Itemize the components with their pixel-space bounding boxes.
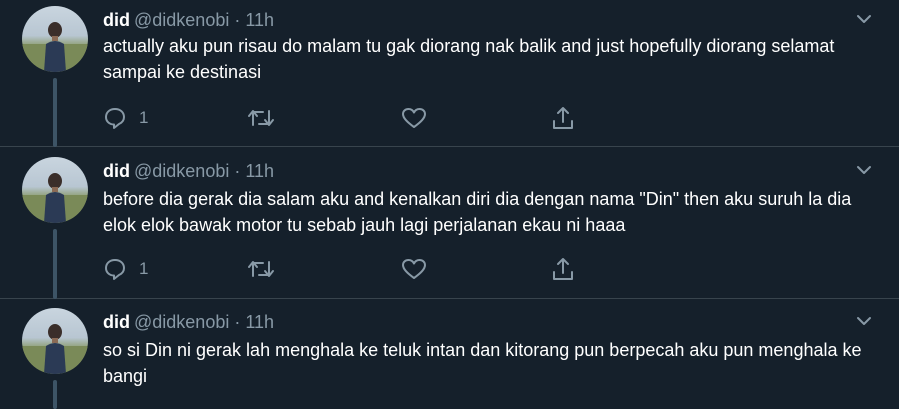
chevron-down-icon[interactable] (855, 161, 873, 179)
share-button[interactable] (551, 255, 575, 283)
separator-dot: · (234, 10, 241, 30)
display-name[interactable]: did (103, 10, 130, 30)
tweet-text: actually aku pun risau do malam tu gak d… (103, 36, 835, 82)
display-name[interactable]: did (103, 161, 130, 181)
retweet-icon (247, 106, 275, 130)
tweet-text: so si Din ni gerak lah menghala ke teluk… (103, 340, 862, 386)
tweet-3[interactable]: did @didkenobi · 11h so si Din ni gerak lah… (0, 299, 899, 409)
handle[interactable]: @didkenobi (134, 312, 229, 332)
tweet-2[interactable]: did @didkenobi · 11h before dia gerak dia s… (0, 147, 899, 299)
display-name[interactable]: did (103, 312, 130, 332)
tweet-text: before dia gerak dia salam aku and kenal… (103, 189, 852, 235)
reply-button[interactable]: 1 (103, 104, 148, 132)
tweet-header: did @didkenobi · 11h (103, 160, 274, 182)
chevron-down-icon[interactable] (855, 10, 873, 28)
avatar[interactable] (22, 6, 88, 72)
chevron-down-icon[interactable] (855, 312, 873, 330)
heart-icon (401, 106, 427, 130)
like-button[interactable] (401, 255, 439, 283)
thread-line (53, 229, 57, 299)
tweet-header: did @didkenobi · 11h (103, 9, 274, 31)
tweet-1[interactable]: did @didkenobi · 11h actually aku pun risau… (0, 0, 899, 147)
tweet-header: did @didkenobi · 11h (103, 311, 274, 333)
reply-icon (103, 257, 127, 281)
thread-line (53, 380, 57, 409)
retweet-button[interactable] (247, 104, 287, 132)
like-button[interactable] (401, 104, 439, 132)
handle[interactable]: @didkenobi (134, 161, 229, 181)
share-icon (551, 105, 575, 131)
reply-count: 1 (139, 108, 149, 127)
timestamp[interactable]: 11h (245, 161, 274, 181)
tweet-actions: 1 (103, 255, 583, 283)
share-icon (551, 256, 575, 282)
retweet-button[interactable] (247, 255, 287, 283)
reply-count: 1 (139, 259, 149, 278)
separator-dot: · (234, 161, 241, 181)
tweet-actions: 1 (103, 104, 583, 132)
reply-icon (103, 106, 127, 130)
retweet-icon (247, 257, 275, 281)
thread-line (53, 78, 57, 147)
heart-icon (401, 257, 427, 281)
share-button[interactable] (551, 104, 575, 132)
avatar[interactable] (22, 308, 88, 374)
separator-dot: · (234, 312, 241, 332)
timestamp[interactable]: 11h (245, 312, 274, 332)
avatar[interactable] (22, 157, 88, 223)
reply-button[interactable]: 1 (103, 255, 148, 283)
handle[interactable]: @didkenobi (134, 10, 229, 30)
timestamp[interactable]: 11h (245, 10, 274, 30)
